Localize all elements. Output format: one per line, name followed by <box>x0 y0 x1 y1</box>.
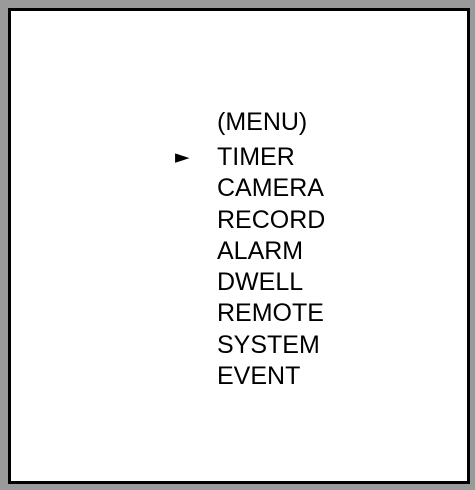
menu-item-camera[interactable]: CAMERA <box>217 173 325 204</box>
menu-item-label: ALARM <box>217 236 304 265</box>
menu-item-label: RECORD <box>217 205 326 234</box>
menu-item-alarm[interactable]: ALARM <box>217 236 325 267</box>
right-triangle-pointer-icon: ► <box>175 146 190 168</box>
menu-item-record[interactable]: RECORD <box>217 205 325 236</box>
menu-item-remote[interactable]: REMOTE <box>217 298 325 329</box>
osd-frame: (MENU) ► TIMER CAMERA RECORD ALARM DWELL… <box>0 0 475 490</box>
menu-item-timer[interactable]: ► TIMER <box>175 142 325 173</box>
menu-item-label: CAMERA <box>217 174 324 203</box>
menu-item-label: TIMER <box>217 143 295 171</box>
menu-item-label: EVENT <box>217 362 301 391</box>
menu-item-label: DWELL <box>217 268 304 297</box>
menu-title: (MENU) <box>217 108 308 136</box>
menu-item-system[interactable]: SYSTEM <box>217 330 325 361</box>
menu-item-dwell[interactable]: DWELL <box>217 267 325 298</box>
main-menu-list: ► TIMER CAMERA RECORD ALARM DWELL REMOTE… <box>175 142 325 392</box>
osd-menu-screen: (MENU) ► TIMER CAMERA RECORD ALARM DWELL… <box>8 8 470 484</box>
menu-item-label: REMOTE <box>217 299 324 328</box>
menu-item-event[interactable]: EVENT <box>217 361 325 392</box>
menu-item-label: SYSTEM <box>217 330 320 359</box>
